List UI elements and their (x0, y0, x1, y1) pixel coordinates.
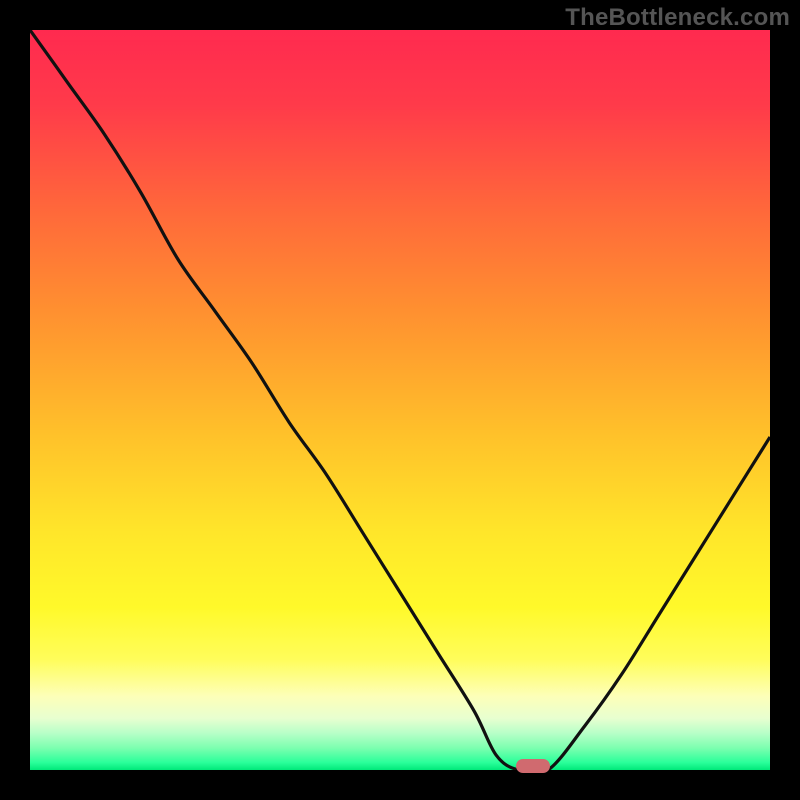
bottleneck-curve (30, 30, 770, 770)
optimal-marker (516, 759, 550, 773)
curve-path (30, 30, 770, 770)
plot-area (30, 30, 770, 770)
watermark-text: TheBottleneck.com (565, 4, 790, 32)
chart-frame: TheBottleneck.com (0, 0, 800, 800)
